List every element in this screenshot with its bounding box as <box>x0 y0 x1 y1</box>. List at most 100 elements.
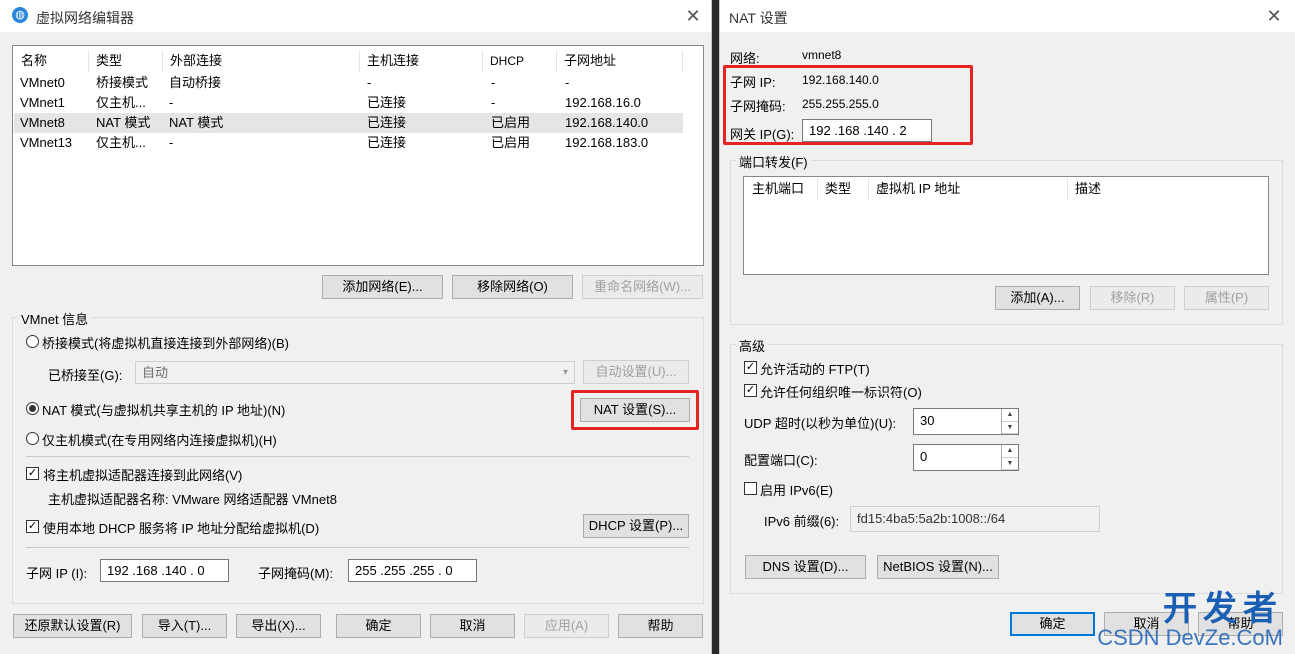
cell-host: 已连接 <box>367 135 407 150</box>
nat-mode-label[interactable]: NAT 模式(与虚拟机共享主机的 IP 地址)(N) <box>42 400 285 419</box>
cell-type: 桥接模式 <box>96 75 149 90</box>
subnet-ip-label: 子网 IP (I): <box>26 566 88 581</box>
stepper-arrows[interactable]: ▲ ▼ <box>1001 445 1018 470</box>
cell-external: - <box>169 95 174 110</box>
auto-settings-button[interactable]: 自动设置(U)... <box>583 360 689 384</box>
connect-adapter-checkbox[interactable]: ✓ <box>26 467 39 480</box>
cell-dhcp: - <box>491 95 496 110</box>
use-dhcp-label[interactable]: 使用本地 DHCP 服务将 IP 地址分配给虚拟机(D) <box>43 518 319 537</box>
vmnet-info-legend: VMnet 信息 <box>18 309 92 328</box>
netbios-settings-button[interactable]: NetBIOS 设置(N)... <box>877 555 999 579</box>
cell-external: NAT 模式 <box>169 115 224 130</box>
col-header-name[interactable]: 名称 <box>15 50 89 72</box>
port-forwarding-list[interactable]: 主机端口 类型 虚拟机 IP 地址 描述 <box>743 176 1269 275</box>
watermark-line1: 开发者 <box>1163 590 1283 628</box>
allow-ftp-checkbox[interactable]: ✓ <box>744 361 757 374</box>
col-header-dhcp[interactable]: DHCP <box>484 50 557 72</box>
close-icon[interactable]: ✕ <box>681 4 705 28</box>
ok-button[interactable]: 确定 <box>336 614 421 638</box>
cell-external: - <box>169 135 174 150</box>
dhcp-settings-button[interactable]: DHCP 设置(P)... <box>583 514 689 538</box>
nat-settings-window: NAT 设置 ✕ 网络: vmnet8 子网 IP: 192.168.140.0… <box>719 0 1295 654</box>
allow-oui-label[interactable]: 允许任何组织唯一标识符(O) <box>760 382 922 401</box>
enable-ipv6-label[interactable]: 启用 IPv6(E) <box>760 480 833 499</box>
col-header-description[interactable]: 描述 <box>1069 178 1249 200</box>
restore-defaults-button[interactable]: 还原默认设置(R) <box>13 614 132 638</box>
add-port-button[interactable]: 添加(A)... <box>995 286 1080 310</box>
config-port-label: 配置端口(C): <box>744 453 818 468</box>
config-port-value: 0 <box>920 449 928 464</box>
window-title: 虚拟网络编辑器 <box>36 10 134 26</box>
host-only-label[interactable]: 仅主机模式(在专用网络内连接虚拟机)(H) <box>42 430 277 449</box>
cell-host: 已连接 <box>367 95 407 110</box>
cell-name: VMnet1 <box>20 95 65 110</box>
cell-type: 仅主机... <box>96 135 146 150</box>
host-only-radio[interactable] <box>26 432 39 445</box>
subnet-ip-input[interactable]: 192 .168 .140 . 0 <box>100 559 229 582</box>
col-header-external[interactable]: 外部连接 <box>164 50 360 72</box>
title-bar: NAT 设置 ✕ <box>720 0 1295 32</box>
col-header-host[interactable]: 主机连接 <box>361 50 483 72</box>
cell-name: VMnet0 <box>20 75 65 90</box>
subnet-mask-input[interactable]: 255 .255 .255 . 0 <box>348 559 477 582</box>
add-network-button[interactable]: 添加网络(E)... <box>322 275 443 299</box>
table-row[interactable]: VMnet1 仅主机... - 已连接 - 192.168.16.0 <box>14 93 683 113</box>
apply-button[interactable]: 应用(A) <box>524 614 609 638</box>
stepper-arrows[interactable]: ▲ ▼ <box>1001 409 1018 434</box>
chevron-up-icon[interactable]: ▲ <box>1002 409 1018 422</box>
allow-oui-checkbox[interactable]: ✓ <box>744 384 757 397</box>
bridged-to-select[interactable]: 自动 ▾ <box>135 361 575 384</box>
config-port-stepper[interactable]: 0 ▲ ▼ <box>913 444 1019 471</box>
chevron-down-icon[interactable]: ▼ <box>1002 422 1018 434</box>
table-row[interactable]: VMnet13 仅主机... - 已连接 已启用 192.168.183.0 <box>14 133 683 153</box>
cell-host: 已连接 <box>367 115 407 130</box>
chevron-down-icon[interactable]: ▼ <box>1002 458 1018 470</box>
ok-button[interactable]: 确定 <box>1010 612 1095 636</box>
nat-mode-radio[interactable] <box>26 402 39 415</box>
col-header-type[interactable]: 类型 <box>90 50 163 72</box>
close-icon[interactable]: ✕ <box>1262 4 1286 28</box>
advanced-legend: 高级 <box>736 336 769 355</box>
udp-timeout-stepper[interactable]: 30 ▲ ▼ <box>913 408 1019 435</box>
cell-subnet: 192.168.16.0 <box>565 95 641 110</box>
network-value: vmnet8 <box>802 48 842 62</box>
dns-settings-button[interactable]: DNS 设置(D)... <box>745 555 866 579</box>
help-button[interactable]: 帮助 <box>618 614 703 638</box>
cell-type: NAT 模式 <box>96 115 151 130</box>
table-row-selected[interactable]: VMnet8 NAT 模式 NAT 模式 已连接 已启用 192.168.140… <box>14 113 683 133</box>
connect-adapter-label[interactable]: 将主机虚拟适配器连接到此网络(V) <box>43 465 242 484</box>
network-list[interactable]: 名称 类型 外部连接 主机连接 DHCP 子网地址 VMnet0 桥接模式 自动… <box>12 45 704 266</box>
udp-timeout-value: 30 <box>920 413 935 428</box>
chevron-up-icon[interactable]: ▲ <box>1002 445 1018 458</box>
rename-network-button[interactable]: 重命名网络(W)... <box>582 275 703 299</box>
port-forwarding-legend: 端口转发(F) <box>736 152 811 171</box>
virtual-network-editor-window: ◍ 虚拟网络编辑器 ✕ 名称 类型 外部连接 主机连接 DHCP 子网地址 VM… <box>0 0 712 654</box>
remove-port-button[interactable]: 移除(R) <box>1090 286 1175 310</box>
cell-type: 仅主机... <box>96 95 146 110</box>
cancel-button[interactable]: 取消 <box>430 614 515 638</box>
port-properties-button[interactable]: 属性(P) <box>1184 286 1269 310</box>
col-header-subnet[interactable]: 子网地址 <box>558 50 683 72</box>
enable-ipv6-checkbox[interactable] <box>744 482 757 495</box>
bridge-mode-label[interactable]: 桥接模式(将虚拟机直接连接到外部网络)(B) <box>42 333 289 352</box>
import-button[interactable]: 导入(T)... <box>142 614 227 638</box>
cell-host: - <box>367 75 372 90</box>
cell-subnet: 192.168.183.0 <box>565 135 649 150</box>
bridge-mode-radio[interactable] <box>26 335 39 348</box>
divider <box>26 547 689 548</box>
table-row[interactable]: VMnet0 桥接模式 自动桥接 - - - <box>14 73 683 93</box>
bridged-to-label: 已桥接至(G): <box>48 368 123 383</box>
bridged-to-value: 自动 <box>142 365 169 380</box>
use-dhcp-checkbox[interactable]: ✓ <box>26 520 39 533</box>
cell-name: VMnet8 <box>20 115 65 130</box>
subnet-mask-label: 子网掩码(M): <box>258 566 334 581</box>
export-button[interactable]: 导出(X)... <box>236 614 321 638</box>
remove-network-button[interactable]: 移除网络(O) <box>452 275 573 299</box>
cell-dhcp: - <box>491 75 496 90</box>
col-header-vm-ip[interactable]: 虚拟机 IP 地址 <box>870 178 1068 200</box>
allow-ftp-label[interactable]: 允许活动的 FTP(T) <box>760 359 870 378</box>
highlight-box <box>723 65 973 145</box>
col-header-type[interactable]: 类型 <box>819 178 869 200</box>
col-header-host-port[interactable]: 主机端口 <box>746 178 818 200</box>
ipv6-prefix-input[interactable]: fd15:4ba5:5a2b:1008::/64 <box>850 506 1100 532</box>
